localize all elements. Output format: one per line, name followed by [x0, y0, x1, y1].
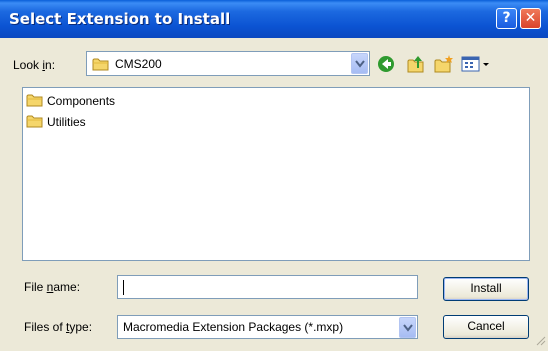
text-caret — [123, 280, 124, 295]
file-list[interactable]: Components Utilities — [22, 87, 530, 261]
files-of-type-label: Files of type: — [24, 320, 93, 334]
look-in-label: Look in: — [13, 58, 56, 72]
list-item[interactable]: Components — [26, 93, 115, 109]
folder-icon — [26, 93, 44, 110]
look-in-dropdown[interactable]: CMS200 — [86, 51, 370, 76]
folder-icon — [26, 114, 44, 131]
folder-icon — [92, 57, 110, 74]
install-button[interactable]: Install — [443, 277, 529, 301]
up-folder-icon[interactable] — [405, 53, 427, 75]
dialog-title: Select Extension to Install — [9, 10, 231, 28]
cancel-button[interactable]: Cancel — [443, 315, 529, 339]
list-item[interactable]: Utilities — [26, 114, 86, 130]
chevron-down-icon[interactable] — [399, 317, 416, 338]
title-bar[interactable]: Select Extension to Install ? ✕ — [0, 0, 548, 38]
list-item-label: Components — [47, 94, 116, 108]
select-extension-dialog: Select Extension to Install ? ✕ Look in:… — [0, 0, 548, 351]
list-item-label: Utilities — [47, 115, 86, 129]
close-button[interactable]: ✕ — [520, 8, 541, 29]
help-button[interactable]: ? — [496, 8, 517, 29]
chevron-down-icon[interactable] — [351, 53, 368, 74]
new-folder-icon[interactable] — [433, 53, 455, 75]
file-name-label: File name: — [24, 280, 81, 294]
look-in-value: CMS200 — [115, 57, 162, 71]
resize-grip-icon[interactable] — [534, 334, 546, 349]
views-menu-icon[interactable] — [460, 53, 494, 75]
file-type-dropdown[interactable]: Macromedia Extension Packages (*.mxp) — [117, 315, 418, 339]
back-icon[interactable] — [375, 53, 397, 75]
file-type-value: Macromedia Extension Packages (*.mxp) — [123, 320, 344, 334]
file-name-input[interactable] — [117, 275, 418, 299]
